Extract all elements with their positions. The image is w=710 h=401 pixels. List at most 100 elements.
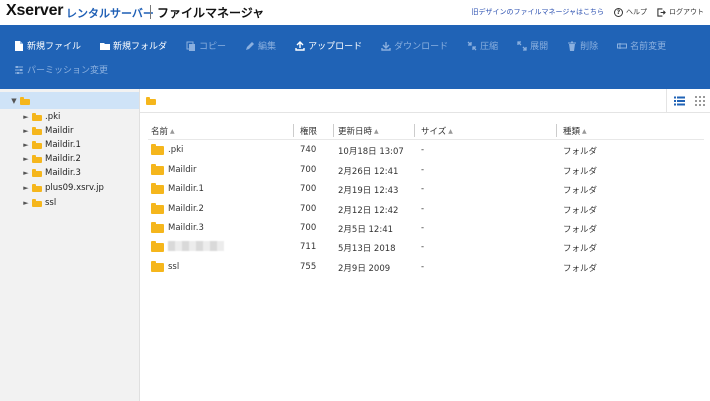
chevron-down-icon[interactable]: ▼	[10, 97, 18, 105]
old-design-link[interactable]: 旧デザインのファイルマネージャはこちら	[471, 7, 604, 17]
table-row[interactable]: .pki 740 10月18日 13:07 - フォルダ	[140, 141, 710, 159]
new-file-label: 新規ファイル	[27, 42, 82, 52]
copy-button[interactable]: コピー	[186, 39, 226, 52]
app-header: Xserver レンタルサーバー ファイルマネージャ 旧デザインのファイルマネー…	[0, 0, 710, 25]
chevron-right-icon[interactable]: ►	[22, 127, 30, 135]
chevron-right-icon[interactable]: ►	[22, 113, 30, 121]
table-row[interactable]: 711 5月13日 2018 - フォルダ	[140, 238, 710, 256]
edit-label: 編集	[258, 42, 277, 52]
chevron-right-icon[interactable]: ►	[22, 141, 30, 149]
tree-item-label: Maildir.1	[45, 140, 81, 150]
rename-button[interactable]: 名前変更	[617, 39, 666, 52]
logout-label: ログアウト	[669, 8, 704, 16]
tree-item[interactable]: ► Maildir.1	[22, 138, 81, 152]
grid-view-icon[interactable]	[695, 96, 705, 106]
file-modified: 2月26日 12:41	[338, 167, 399, 177]
chevron-right-icon[interactable]: ►	[22, 155, 30, 163]
column-divider[interactable]	[556, 124, 557, 137]
extract-label: 展開	[530, 42, 549, 52]
file-size: -	[421, 242, 425, 252]
folder-icon	[32, 113, 42, 121]
rename-icon	[617, 42, 628, 49]
column-header-type[interactable]: 種類 ▲︎	[563, 125, 587, 137]
table-row[interactable]: ssl 755 2月9日 2009 - フォルダ	[140, 258, 710, 276]
tree-item-label: plus09.xsrv.jp	[45, 183, 104, 193]
column-header-modified[interactable]: 更新日時 ▲︎	[338, 125, 379, 137]
tree-item-label: Maildir.3	[45, 168, 81, 178]
folder-icon	[32, 169, 42, 177]
column-header-permission[interactable]: 権限	[300, 125, 317, 137]
list-view-icon[interactable]	[674, 96, 685, 106]
folder-icon	[151, 222, 164, 233]
chevron-right-icon[interactable]: ►	[22, 184, 30, 192]
edit-button[interactable]: 編集	[245, 39, 276, 52]
extract-icon	[517, 40, 527, 51]
tree-item[interactable]: ► ssl	[22, 196, 56, 210]
file-name: Maildir.3	[168, 223, 204, 233]
new-file-button[interactable]: 新規ファイル	[14, 39, 81, 52]
file-list-panel: 名前 ▲︎ 権限 更新日時 ▲︎ サイズ ▲︎ 種類 ▲︎ .pki 740 1…	[140, 89, 710, 401]
download-label: ダウンロード	[394, 42, 449, 52]
current-folder-icon[interactable]	[146, 97, 156, 105]
folder-icon	[151, 164, 164, 175]
logout-link[interactable]: ログアウト	[657, 7, 704, 17]
column-label: 権限	[300, 127, 318, 137]
table-row[interactable]: Maildir 700 2月26日 12:41 - フォルダ	[140, 161, 710, 179]
column-header-size[interactable]: サイズ ▲︎	[421, 125, 453, 137]
sort-icon: ▲︎	[170, 127, 175, 135]
extract-button[interactable]: 展開	[517, 39, 548, 52]
file-type: フォルダ	[563, 225, 598, 235]
tree-item[interactable]: ► Maildir.3	[22, 166, 81, 180]
download-button[interactable]: ダウンロード	[381, 39, 448, 52]
sort-icon: ▲︎	[582, 127, 587, 135]
logo[interactable]: Xserver	[6, 2, 64, 20]
file-type: フォルダ	[563, 264, 598, 274]
table-row[interactable]: Maildir.1 700 2月19日 12:43 - フォルダ	[140, 180, 710, 198]
table-row[interactable]: Maildir.3 700 2月5日 12:41 - フォルダ	[140, 219, 710, 237]
compress-icon	[467, 41, 477, 50]
file-permission: 700	[300, 223, 317, 233]
file-size: -	[421, 184, 425, 194]
permission-button[interactable]: パーミッション変更	[14, 63, 108, 76]
upload-icon	[295, 40, 305, 51]
new-folder-button[interactable]: 新規フォルダ	[100, 39, 167, 52]
table-row[interactable]: Maildir.2 700 2月12日 12:42 - フォルダ	[140, 200, 710, 218]
path-bar	[140, 89, 710, 113]
folder-icon	[32, 199, 42, 207]
file-permission: 755	[300, 262, 317, 272]
folder-icon	[151, 203, 164, 214]
tree-root-folder[interactable]: ▼	[0, 92, 139, 109]
delete-label: 削除	[580, 42, 599, 52]
download-icon	[381, 41, 391, 51]
column-label: 更新日時	[338, 127, 373, 137]
trash-icon	[568, 41, 577, 51]
file-size: -	[421, 262, 425, 272]
file-modified: 2月5日 12:41	[338, 225, 394, 235]
file-modified: 2月19日 12:43	[338, 186, 399, 196]
new-folder-label: 新規フォルダ	[113, 42, 168, 52]
tree-item[interactable]: ► Maildir	[22, 124, 73, 138]
pencil-icon	[246, 41, 255, 50]
tree-item[interactable]: ► Maildir.2	[22, 152, 81, 166]
file-permission: 700	[300, 184, 317, 194]
delete-button[interactable]: 削除	[567, 39, 598, 52]
file-name: Maildir.1	[168, 184, 204, 194]
sort-icon: ▲︎	[374, 127, 379, 135]
tree-item[interactable]: ► plus09.xsrv.jp	[22, 181, 104, 195]
copy-icon	[186, 41, 196, 51]
chevron-right-icon[interactable]: ►	[22, 169, 30, 177]
compress-button[interactable]: 圧縮	[467, 39, 498, 52]
tree-item[interactable]: ► .pki	[22, 110, 60, 124]
upload-button[interactable]: アップロード	[295, 39, 362, 52]
column-header-name[interactable]: 名前 ▲︎	[151, 125, 175, 137]
folder-icon	[151, 261, 164, 272]
file-type: フォルダ	[563, 206, 598, 216]
chevron-right-icon[interactable]: ►	[22, 199, 30, 207]
column-divider[interactable]	[333, 124, 334, 137]
column-divider[interactable]	[293, 124, 294, 137]
file-size: -	[421, 145, 425, 155]
help-link[interactable]: ? ヘルプ	[614, 7, 647, 17]
compress-label: 圧縮	[480, 42, 499, 52]
file-name: .pki	[168, 145, 184, 155]
column-divider[interactable]	[414, 124, 415, 137]
